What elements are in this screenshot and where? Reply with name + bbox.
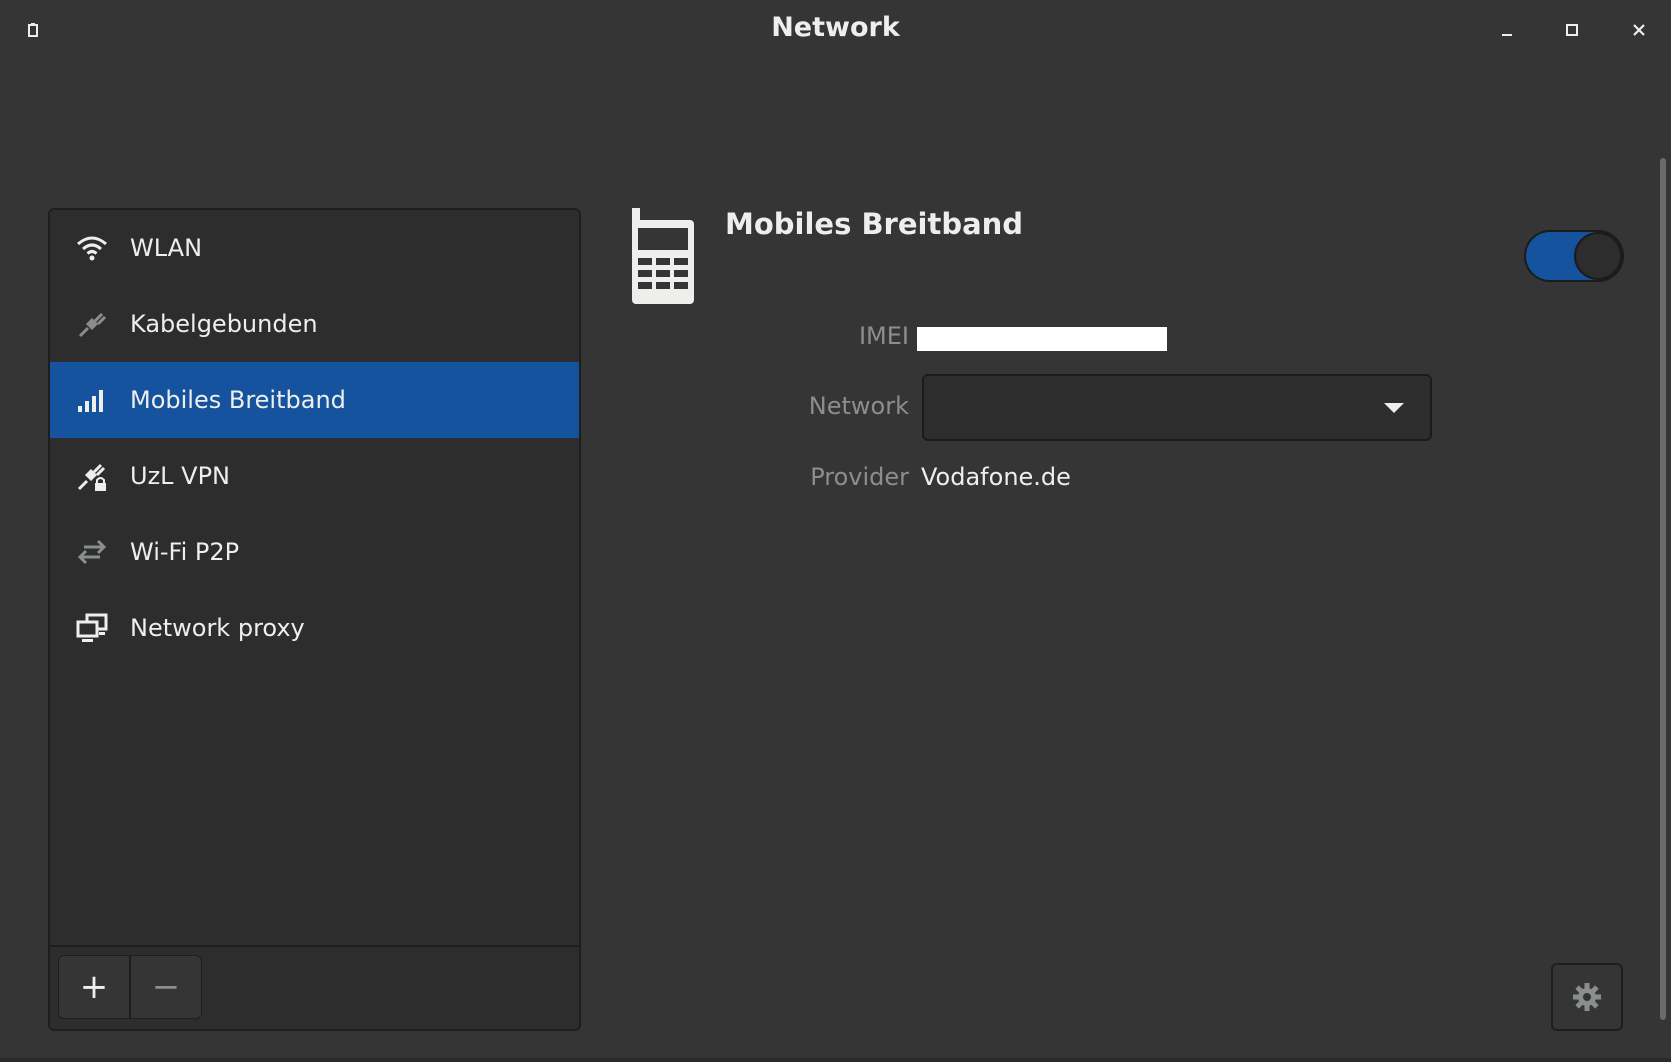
sidebar-item-mobiles-breitband[interactable]: Mobiles Breitband [50,362,579,438]
wifi-icon [76,232,108,264]
mobile-phone-icon [632,208,694,304]
sidebar-toolbar: + − [50,945,579,1029]
network-window: Network WLAN Kabelgebunden Mobiles Breit… [0,0,1671,1058]
provider-value: Vodafone.de [921,463,1071,491]
close-button[interactable] [1625,16,1653,44]
sidebar-item-wifi-p2p[interactable]: Wi-Fi P2P [50,514,579,590]
minimize-icon [1502,34,1512,36]
network-label: Network [808,392,909,420]
toggle-knob [1574,232,1622,280]
connection-sidebar: WLAN Kabelgebunden Mobiles Breitband UzL… [48,208,581,1031]
minimize-button[interactable] [1493,16,1521,44]
gear-icon [1573,983,1601,1011]
chevron-down-icon [1384,403,1404,413]
add-connection-button[interactable]: + [58,955,130,1019]
sidebar-item-label: Network proxy [130,614,305,642]
sidebar-item-label: WLAN [130,234,203,262]
settings-button[interactable] [1551,963,1623,1031]
maximize-button[interactable] [1558,16,1586,44]
p2p-arrows-icon [76,536,108,568]
provider-label: Provider [810,463,909,491]
remove-connection-button[interactable]: − [130,955,202,1019]
scrollbar[interactable] [1660,158,1666,1020]
device-title: Mobiles Breitband [725,207,1024,241]
proxy-computers-icon [76,612,108,644]
imei-value [917,327,1167,351]
sidebar-item-label: Kabelgebunden [130,310,318,338]
sidebar-item-label: UzL VPN [130,462,231,490]
close-icon [1633,24,1645,36]
sidebar-item-label: Mobiles Breitband [130,386,346,414]
sidebar-item-label: Wi-Fi P2P [130,538,240,566]
mobile-broadband-toggle[interactable] [1524,230,1624,282]
imei-label: IMEI [858,322,909,350]
title-bar: Network [0,0,1671,58]
sidebar-item-kabelgebunden[interactable]: Kabelgebunden [50,286,579,362]
window-title: Network [771,12,900,43]
maximize-icon [1566,24,1578,36]
ethernet-plug-icon [76,308,108,340]
vpn-lock-icon [76,460,108,492]
sidebar-item-uzl-vpn[interactable]: UzL VPN [50,438,579,514]
cellular-signal-icon [76,384,108,416]
sidebar-item-network-proxy[interactable]: Network proxy [50,590,579,666]
network-dropdown[interactable] [922,374,1432,441]
sidebar-item-wlan[interactable]: WLAN [50,210,579,286]
